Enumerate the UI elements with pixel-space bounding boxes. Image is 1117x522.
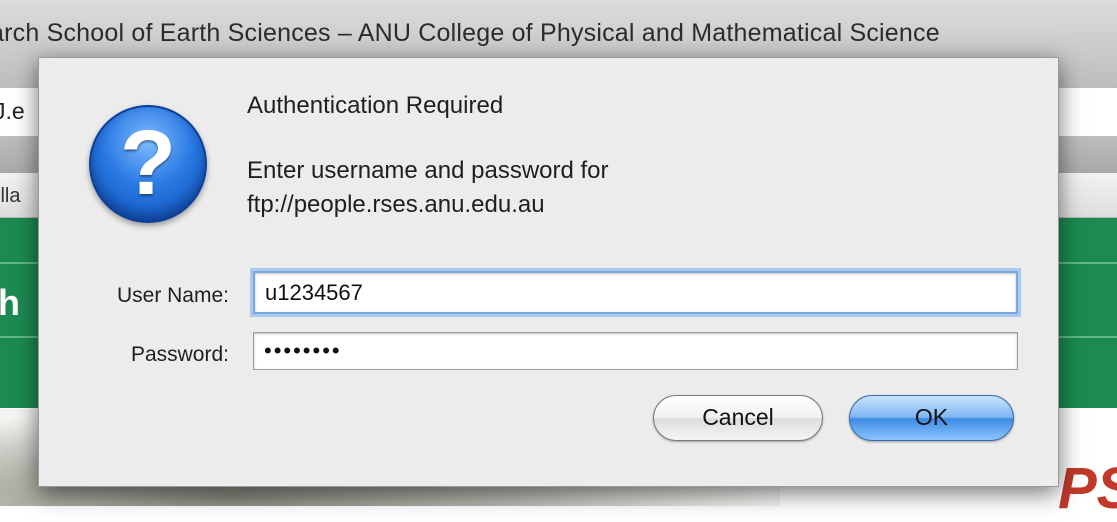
question-mark-icon: ? — [89, 105, 207, 223]
window-title: arch School of Earth Sciences – ANU Coll… — [0, 19, 940, 47]
page-logo-fragment: PS — [1058, 456, 1117, 521]
cancel-button[interactable]: Cancel — [653, 395, 823, 441]
dialog-message-line1: Enter username and password for — [247, 157, 609, 184]
username-label: User Name: — [116, 284, 229, 307]
username-input[interactable] — [253, 271, 1018, 314]
question-mark-glyph: ? — [119, 112, 177, 214]
banner-text-fragment: h — [0, 282, 20, 323]
dialog-message-host: ftp://people.rses.anu.edu.au — [247, 191, 545, 218]
url-text-fragment: J.e — [0, 98, 25, 124]
dialog-title: Authentication Required — [247, 92, 504, 119]
dialog-message: Enter username and password for ftp://pe… — [247, 154, 609, 222]
password-input[interactable] — [253, 332, 1018, 370]
password-label: Password: — [130, 343, 229, 366]
authentication-dialog: ? Authentication Required Enter username… — [38, 57, 1059, 487]
bookmark-text-fragment[interactable]: illa — [0, 185, 20, 208]
ok-button[interactable]: OK — [849, 395, 1014, 441]
